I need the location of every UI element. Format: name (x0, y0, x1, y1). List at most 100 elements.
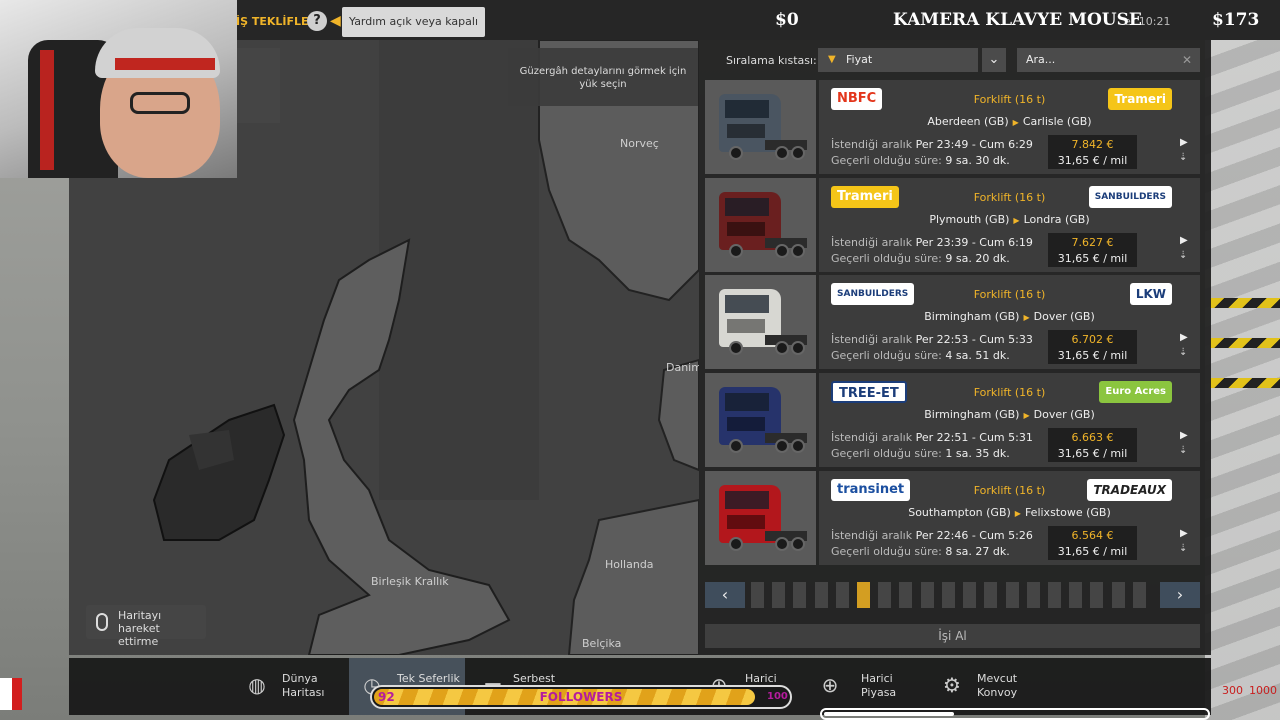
delivery-window: İstendiği aralık Per 23:39 - Cum 6:19 (831, 236, 1033, 249)
select-arrow-icon[interactable]: ▶ (1180, 528, 1188, 539)
tooltip-arrow-icon: ◀ (330, 13, 341, 29)
route-to: Dover (GB) (1033, 408, 1095, 421)
nav-world-map[interactable]: ◍ Dünya Haritası (236, 658, 348, 715)
delivery-window-value: Per 22:53 - Cum 5:33 (915, 333, 1033, 346)
followers-goal-bar: 92 FOLLOWERS 100 (370, 685, 792, 709)
page-segment[interactable] (1005, 582, 1019, 608)
company-logo-source: NBFC (831, 88, 883, 110)
map-hint-tooltip: Güzergâh detaylarını görmek için yük seç… (508, 48, 698, 106)
money-right: $173 (1212, 10, 1260, 30)
page-segment[interactable] (920, 582, 934, 608)
validity-value: 9 sa. 20 dk. (945, 252, 1010, 265)
page-segment[interactable] (751, 582, 764, 608)
flag-mark (0, 678, 22, 710)
nav-label: Dünya Haritası (282, 672, 325, 699)
job-row[interactable]: Forklift (16 t) Southampton (GB) ▶ Felixst… (705, 471, 1200, 565)
sort-select[interactable]: ▼ Fiyat (818, 48, 978, 72)
map-label-uk: Birleşik Krallık (371, 575, 449, 588)
page-segment[interactable] (772, 582, 786, 608)
help-toggle-button[interactable]: ? (307, 11, 327, 31)
chevron-down-icon[interactable]: ⌄ (982, 48, 1006, 72)
route-arrow-icon: ▶ (1023, 313, 1030, 322)
select-arrow-icon[interactable]: ▶ (1180, 137, 1188, 148)
page-segment[interactable] (1026, 582, 1040, 608)
page-segment[interactable] (814, 582, 828, 608)
validity-label: Geçerli olduğu süre: (831, 349, 942, 362)
page-segment[interactable] (835, 582, 849, 608)
page-segment[interactable] (1111, 582, 1125, 608)
page-segment[interactable] (1090, 582, 1104, 608)
job-row[interactable]: Forklift (16 t) Birmingham (GB) ▶ Dover (G… (705, 373, 1200, 467)
world-map-icon: ◍ (248, 673, 266, 697)
delivery-window-value: Per 23:39 - Cum 6:19 (915, 236, 1033, 249)
take-job-button[interactable]: İşi Al (705, 624, 1200, 648)
cap (95, 28, 220, 78)
truck-grill (727, 124, 765, 138)
glasses (130, 92, 190, 114)
secondary-progress-bar (820, 708, 1210, 720)
validity-label: Geçerli olduğu süre: (831, 545, 942, 558)
validity: Geçerli olduğu süre: 9 sa. 30 dk. (831, 154, 1010, 167)
route: Aberdeen (GB) ▶ Carlisle (GB) (819, 115, 1200, 128)
page-segment[interactable] (984, 582, 998, 608)
map-label-denmark: Danim (666, 361, 699, 374)
page-segment-active[interactable] (857, 582, 871, 608)
validity-value: 1 sa. 35 dk. (945, 447, 1010, 460)
chevron-right-icon[interactable]: › (1160, 582, 1200, 608)
page-segment[interactable] (1132, 582, 1146, 608)
stream-overlay-text: KAMERA KLAVYE MOUSE (893, 10, 1142, 30)
map-layout-button[interactable] (231, 48, 280, 123)
page-segment[interactable] (941, 582, 955, 608)
select-arrow-icon[interactable]: ▶ (1180, 332, 1188, 343)
price-per-mile: 31,65 € / mil (1057, 154, 1128, 167)
chevron-left-icon[interactable]: ‹ (705, 582, 745, 608)
counter-right: 1000 (1249, 684, 1277, 697)
delivery-window-label: İstendiği aralık (831, 431, 913, 444)
truck-thumbnail (705, 80, 816, 174)
route-from: Aberdeen (GB) (927, 115, 1009, 128)
truck-grill (727, 515, 765, 529)
nav-label: Serbest (513, 672, 556, 685)
route-to: Londra (GB) (1023, 213, 1090, 226)
company-logo-target: Trameri (1108, 88, 1172, 110)
map-move-hint-label: Haritayı hareket ettirme (118, 609, 162, 648)
job-details: Forklift (16 t) Southampton (GB) ▶ Felixst… (819, 471, 1200, 565)
nav-label: Mevcut Konvoy (977, 672, 1018, 699)
nav-label: Harici Piyasa (861, 672, 897, 699)
map-label-netherlands: Hollanda (605, 558, 654, 571)
page-segment[interactable] (793, 582, 807, 608)
page-segment[interactable] (1069, 582, 1083, 608)
route-arrow-icon: ▶ (1014, 509, 1021, 518)
map-move-hint: Haritayı hareket ettirme (86, 605, 206, 648)
validity: Geçerli olduğu süre: 9 sa. 20 dk. (831, 252, 1010, 265)
close-icon[interactable]: ✕ (1182, 48, 1192, 72)
search-placeholder: Ara... (1026, 53, 1056, 66)
route-icon: ⇣ (1179, 347, 1188, 358)
sort-select-value: Fiyat (846, 53, 873, 66)
job-row[interactable]: Forklift (16 t) Birmingham (GB) ▶ Dover (G… (705, 275, 1200, 369)
page-segment[interactable] (878, 582, 892, 608)
delivery-window: İstendiği aralık Per 22:51 - Cum 5:31 (831, 431, 1033, 444)
delivery-window: İstendiği aralık Per 22:53 - Cum 5:33 (831, 333, 1033, 346)
job-price: 6.663 € (1071, 431, 1114, 444)
mouse-icon (96, 613, 108, 631)
nav-label: Harici (745, 672, 777, 685)
truck-thumbnail (705, 373, 816, 467)
route: Plymouth (GB) ▶ Londra (GB) (819, 213, 1200, 226)
select-arrow-icon[interactable]: ▶ (1180, 235, 1188, 246)
page-segment[interactable] (1047, 582, 1061, 608)
price-box: 7.627 € 31,65 € / mil (1048, 233, 1137, 267)
job-row[interactable]: Forklift (16 t) Plymouth (GB) ▶ Londra (GB… (705, 178, 1200, 272)
nav-convoy[interactable]: ⚙ Mevcut Konvoy (935, 658, 1045, 715)
nav-label: Tek Seferlik (397, 672, 460, 685)
nav-external-market[interactable]: ⊕ Harici Piyasa (815, 658, 925, 715)
wheel (775, 439, 789, 453)
page-segment[interactable] (963, 582, 977, 608)
select-arrow-icon[interactable]: ▶ (1180, 430, 1188, 441)
job-row[interactable]: Forklift (16 t) Aberdeen (GB) ▶ Carlisle (… (705, 80, 1200, 174)
delivery-window-value: Per 22:51 - Cum 5:31 (915, 431, 1033, 444)
route: Birmingham (GB) ▶ Dover (GB) (819, 310, 1200, 323)
page-segment[interactable] (899, 582, 913, 608)
search-input[interactable]: Ara... ✕ (1017, 48, 1200, 72)
validity-label: Geçerli olduğu süre: (831, 154, 942, 167)
